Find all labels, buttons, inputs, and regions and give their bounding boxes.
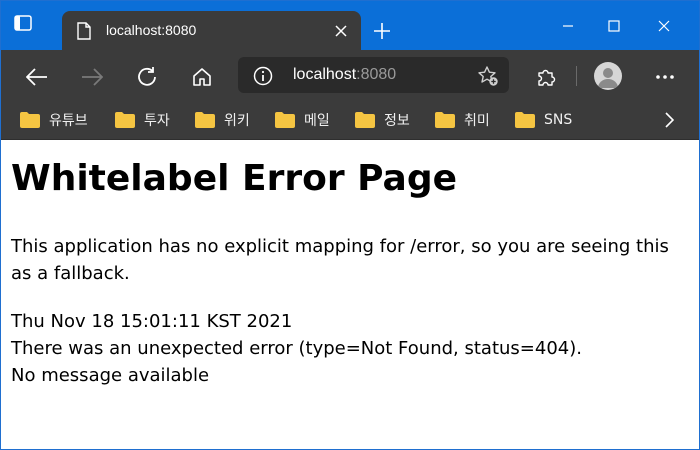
explanation-text: This application has no explicit mapping…: [11, 236, 669, 284]
active-tab[interactable]: localhost:8080: [62, 11, 361, 51]
refresh-button[interactable]: [131, 61, 163, 93]
favorite-folder-invest[interactable]: 투자: [115, 110, 170, 130]
home-icon: [193, 68, 211, 86]
favorite-label: 취미: [464, 113, 490, 129]
forward-button[interactable]: [76, 61, 108, 93]
info-icon[interactable]: [253, 66, 273, 86]
minimize-icon: [563, 25, 573, 27]
url-host: localhost: [293, 66, 357, 83]
tab-title: localhost:8080: [106, 22, 197, 38]
title-bar: localhost:8080: [1, 1, 699, 51]
refresh-icon: [138, 67, 156, 86]
more-favorites-button[interactable]: [659, 110, 679, 130]
profile-avatar[interactable]: [594, 62, 622, 90]
favorite-folder-hobby[interactable]: 취미: [435, 110, 490, 130]
favorite-folder-mail[interactable]: 메일: [275, 110, 330, 130]
add-favorite-icon[interactable]: [477, 65, 499, 87]
error-timestamp: Thu Nov 18 15:01:11 KST 2021: [11, 311, 293, 332]
page-title: Whitelabel Error Page: [11, 158, 458, 199]
new-tab-button[interactable]: [370, 19, 394, 43]
favorites-bar: 유튜브 투자 위키 메일 정보 취미 SNS: [1, 102, 699, 140]
favorite-folder-youtube[interactable]: 유튜브: [20, 110, 88, 130]
favorite-label: 유튜브: [49, 113, 88, 129]
settings-menu-button[interactable]: [649, 61, 681, 93]
favorite-label: 메일: [304, 113, 330, 129]
home-button[interactable]: [186, 61, 218, 93]
toolbar: localhost:8080: [1, 50, 699, 102]
favorite-folder-info[interactable]: 정보: [355, 110, 410, 130]
browser-window: localhost:8080 localhost:8080 유튜브 투자 위키 …: [0, 0, 700, 450]
url-text[interactable]: localhost:8080: [293, 66, 396, 84]
chevron-right-icon: [665, 112, 674, 128]
extensions-button[interactable]: [530, 61, 562, 93]
plus-icon: [374, 23, 390, 39]
close-icon: [335, 25, 347, 37]
favorite-folder-sns[interactable]: SNS: [515, 110, 572, 130]
favorite-label: 위키: [224, 113, 250, 129]
close-icon: [658, 20, 670, 32]
window-close-button[interactable]: [641, 11, 687, 41]
favorite-label: 투자: [144, 113, 170, 129]
page-icon: [77, 22, 91, 40]
user-icon: [598, 68, 618, 88]
folder-icon: [20, 112, 40, 128]
url-port: :8080: [356, 66, 397, 83]
folder-icon: [195, 112, 215, 128]
more-icon: [656, 75, 674, 79]
address-bar[interactable]: localhost:8080: [238, 57, 509, 93]
favorite-label: SNS: [544, 112, 573, 128]
error-type-status: There was an unexpected error (type=Not …: [11, 338, 582, 359]
puzzle-icon: [538, 69, 556, 86]
tab-actions-button[interactable]: [11, 11, 35, 35]
favorite-label: 정보: [384, 113, 410, 129]
arrow-left-icon: [26, 68, 47, 86]
maximize-button[interactable]: [591, 11, 637, 41]
favorite-folder-wiki[interactable]: 위키: [195, 110, 250, 130]
error-message: No message available: [11, 365, 210, 386]
back-button[interactable]: [21, 61, 53, 93]
page-content: Whitelabel Error Page This application h…: [1, 140, 699, 449]
minimize-button[interactable]: [545, 11, 591, 41]
arrow-right-icon: [82, 68, 103, 86]
tab-actions-icon: [14, 15, 32, 31]
folder-icon: [435, 112, 455, 128]
folder-icon: [115, 112, 135, 128]
folder-icon: [355, 112, 375, 128]
folder-icon: [275, 112, 295, 128]
tab-close-button[interactable]: [331, 21, 351, 41]
folder-icon: [515, 112, 535, 128]
maximize-icon: [608, 20, 620, 32]
toolbar-divider: [576, 66, 577, 86]
error-details: Thu Nov 18 15:01:11 KST 2021 There was a…: [11, 308, 687, 389]
